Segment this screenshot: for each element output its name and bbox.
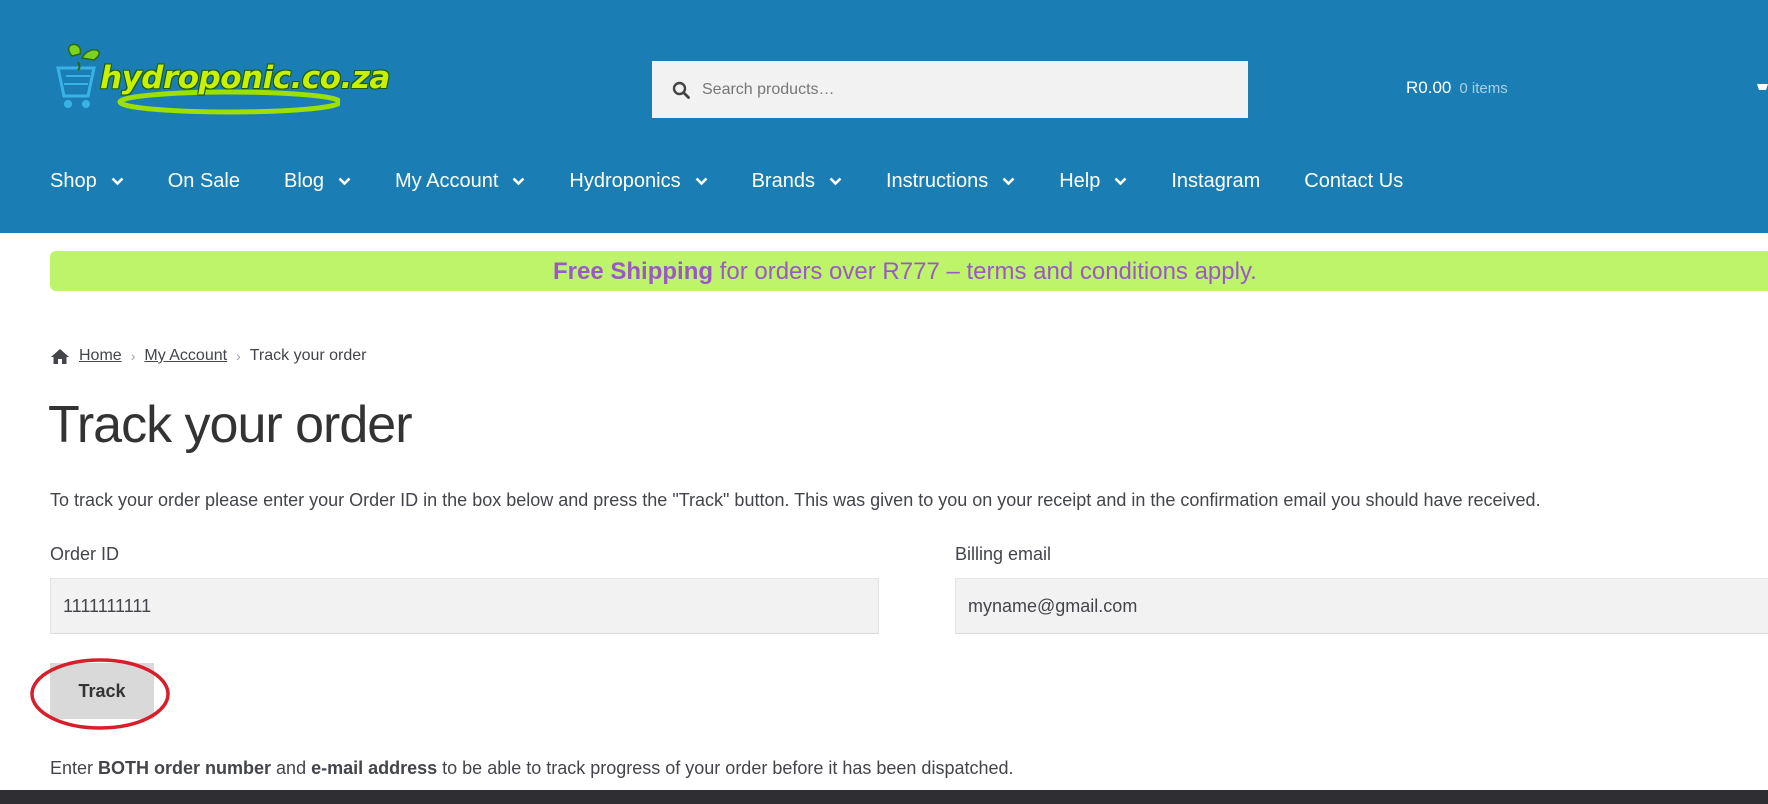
nav-item-label: Hydroponics	[569, 170, 681, 192]
logo-text[interactable]: hydroponic.co.za	[50, 60, 390, 96]
chevron-down-icon	[111, 177, 124, 186]
nav-item-label: Shop	[50, 170, 97, 192]
chevron-down-icon	[338, 177, 351, 186]
promo-highlight: Free Shipping	[553, 258, 714, 285]
annotation-highlight-ellipse	[30, 658, 170, 730]
nav-item-contact-us[interactable]: Contact Us	[1304, 170, 1403, 193]
chevron-down-icon	[695, 177, 707, 186]
nav-item-instructions[interactable]: Instructions	[886, 170, 1015, 193]
footer-strip	[0, 790, 1768, 804]
nav-item-label: Instagram	[1171, 170, 1261, 192]
cart-icon[interactable]	[1757, 82, 1768, 93]
nav-item-label: Blog	[283, 170, 325, 192]
breadcrumb-separator: ›	[130, 348, 136, 364]
search-icon	[672, 81, 690, 99]
nav-item-instagram[interactable]: Instagram	[1171, 170, 1260, 193]
search-input[interactable]	[700, 79, 1224, 100]
cart-items-count[interactable]: 0 items	[1459, 80, 1507, 97]
chevron-down-icon	[829, 177, 842, 186]
nav-item-shop[interactable]: Shop	[50, 170, 124, 193]
nav-item-label: On Sale	[167, 170, 240, 192]
chevron-down-icon	[1114, 177, 1127, 186]
nav-item-hydroponics[interactable]: Hydroponics	[569, 170, 707, 193]
breadcrumb-separator: ›	[236, 348, 241, 364]
breadcrumb-home-link[interactable]: Home	[79, 347, 122, 365]
intro-text: To track your order please enter your Or…	[50, 490, 1541, 510]
note-prefix: Enter	[50, 758, 99, 778]
note-bold-email: e-mail address	[311, 758, 438, 778]
order-id-label: Order ID	[50, 544, 120, 564]
note-mid: and	[271, 758, 312, 778]
nav-item-label: Contact Us	[1304, 170, 1404, 192]
nav-item-label: Instructions	[885, 170, 989, 192]
billing-email-label: Billing email	[955, 544, 1052, 564]
promo-text: Free Shipping for orders over R777 – ter…	[553, 258, 1257, 286]
home-icon	[51, 348, 69, 364]
nav-item-label: My Account	[395, 170, 499, 192]
breadcrumb: Home › My Account › Track your order	[50, 347, 367, 365]
cart-summary[interactable]: R0.00 0 items	[1406, 78, 1508, 98]
nav-item-on-sale[interactable]: On Sale	[168, 170, 240, 193]
main-navigation: Shop On Sale Blog My Account Hydroponics…	[50, 170, 1447, 193]
promo-body: for orders over R777 – terms and conditi…	[713, 258, 1257, 285]
note-suffix: to be able to track progress of your ord…	[437, 758, 1014, 778]
nav-item-help[interactable]: Help	[1059, 170, 1127, 193]
page-title: Track your order	[48, 396, 413, 454]
chevron-down-icon	[512, 177, 525, 186]
note-bold-order-number: BOTH order number	[98, 758, 272, 778]
breadcrumb-my-account-link[interactable]: My Account	[144, 347, 227, 365]
promo-banner: Free Shipping for orders over R777 – ter…	[50, 251, 1768, 291]
nav-item-brands[interactable]: Brands	[752, 170, 842, 193]
chevron-down-icon	[1002, 177, 1015, 186]
help-note: Enter BOTH order number and e-mail addre…	[50, 758, 1014, 779]
nav-item-my-account[interactable]: My Account	[395, 170, 525, 193]
order-id-input[interactable]	[50, 578, 879, 634]
breadcrumb-current: Track your order	[249, 347, 367, 364]
search-bar[interactable]	[652, 61, 1248, 118]
billing-email-input[interactable]	[955, 578, 1768, 634]
site-header: hydroponic.co.za R0.00 0 items Shop On Sa…	[0, 0, 1768, 233]
cart-total[interactable]: R0.00	[1406, 78, 1451, 97]
nav-item-blog[interactable]: Blog	[284, 170, 351, 193]
nav-item-label: Brands	[751, 170, 815, 192]
nav-item-label: Help	[1059, 170, 1101, 192]
